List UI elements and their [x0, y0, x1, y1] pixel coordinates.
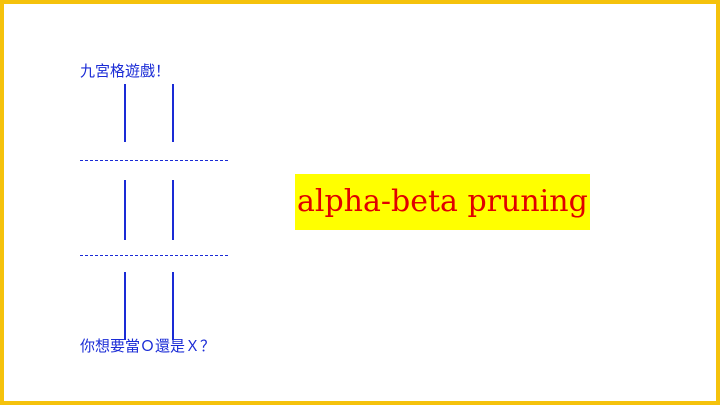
board-horizontal-line	[80, 255, 228, 256]
slide: 九宮格遊戲！ 你想要當Ｏ還是Ｘ？ alpha-beta pruning	[0, 0, 720, 405]
player-prompt: 你想要當Ｏ還是Ｘ？	[80, 337, 216, 355]
tic-tac-toe-board	[80, 84, 230, 344]
board-vertical-line	[172, 84, 174, 142]
board-vertical-line	[124, 180, 126, 240]
board-vertical-line	[172, 272, 174, 340]
slide-heading: alpha-beta pruning	[295, 174, 590, 230]
game-title: 九宮格遊戲！	[80, 62, 171, 80]
board-vertical-line	[172, 180, 174, 240]
board-vertical-line	[124, 84, 126, 142]
board-horizontal-line	[80, 160, 228, 161]
board-vertical-line	[124, 272, 126, 340]
